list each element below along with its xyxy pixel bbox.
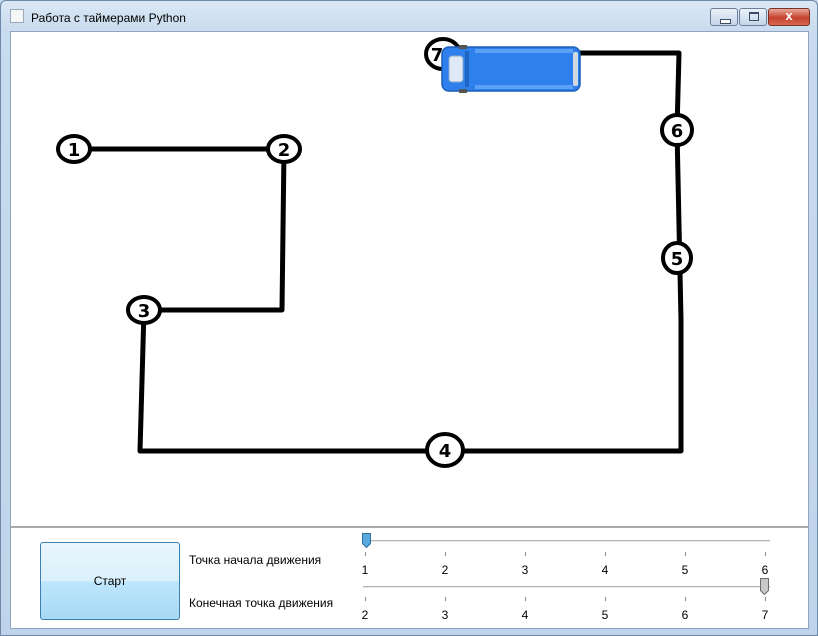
start-tick-label: 2 bbox=[441, 563, 449, 577]
svg-text:5: 5 bbox=[671, 249, 684, 270]
start-tick bbox=[365, 552, 366, 556]
route-canvas: 1 2 3 4 5 6 7 bbox=[56, 37, 694, 468]
start-tick bbox=[685, 552, 686, 556]
end-tick bbox=[445, 597, 446, 601]
end-slider-thumb[interactable] bbox=[760, 578, 769, 596]
app-icon bbox=[10, 9, 24, 23]
start-tick-label: 5 bbox=[681, 563, 689, 577]
route-point-3: 3 bbox=[126, 295, 162, 325]
start-tick-label: 6 bbox=[761, 563, 769, 577]
route-point-6: 6 bbox=[660, 113, 694, 147]
start-tick-label: 3 bbox=[521, 563, 529, 577]
end-tick bbox=[765, 597, 766, 601]
route-line bbox=[71, 50, 684, 454]
minimize-button[interactable] bbox=[710, 8, 738, 26]
route-point-5: 5 bbox=[661, 241, 693, 275]
svg-text:6: 6 bbox=[671, 121, 684, 142]
start-point-label: Точка начала движения bbox=[189, 553, 322, 567]
start-tick bbox=[765, 552, 766, 556]
start-button[interactable]: Старт bbox=[40, 542, 180, 620]
end-tick bbox=[525, 597, 526, 601]
app-window: Работа с таймерами Python x 1 2 3 4 5 6 … bbox=[0, 0, 818, 636]
close-button[interactable]: x bbox=[768, 8, 810, 26]
end-slider-track[interactable] bbox=[363, 586, 770, 588]
start-slider-thumb[interactable] bbox=[362, 533, 371, 549]
minibus-icon bbox=[441, 45, 581, 93]
start-tick-label: 4 bbox=[601, 563, 609, 577]
start-tick bbox=[525, 552, 526, 556]
end-tick bbox=[685, 597, 686, 601]
svg-text:4: 4 bbox=[439, 441, 452, 462]
route-point-4: 4 bbox=[425, 432, 465, 468]
end-tick-label: 4 bbox=[521, 608, 529, 622]
end-tick bbox=[365, 597, 366, 601]
end-tick-label: 5 bbox=[601, 608, 609, 622]
client-area: 1 2 3 4 5 6 7 Старт Точка начала движени… bbox=[10, 31, 809, 629]
end-tick bbox=[605, 597, 606, 601]
start-slider-track[interactable] bbox=[363, 540, 770, 542]
window-title: Работа с таймерами Python bbox=[31, 11, 186, 25]
end-tick-label: 3 bbox=[441, 608, 449, 622]
svg-text:1: 1 bbox=[68, 140, 81, 161]
end-point-slider[interactable]: 2 3 4 5 6 7 bbox=[362, 576, 770, 636]
panel-divider bbox=[11, 526, 808, 528]
end-tick-label: 6 bbox=[681, 608, 689, 622]
start-tick bbox=[605, 552, 606, 556]
end-point-label: Конечная точка движения bbox=[189, 596, 334, 610]
end-tick-label: 2 bbox=[361, 608, 369, 622]
title-bar[interactable]: Работа с таймерами Python x bbox=[1, 1, 817, 29]
start-tick bbox=[445, 552, 446, 556]
start-tick-label: 1 bbox=[361, 563, 369, 577]
route-point-2: 2 bbox=[266, 134, 302, 164]
route-points: 1 2 3 4 5 6 7 bbox=[56, 37, 694, 468]
end-tick-label: 7 bbox=[761, 608, 769, 622]
route-point-1: 1 bbox=[56, 134, 92, 164]
svg-text:3: 3 bbox=[138, 301, 151, 322]
svg-text:2: 2 bbox=[278, 140, 291, 161]
close-icon: x bbox=[785, 8, 793, 23]
maximize-button[interactable] bbox=[739, 8, 767, 26]
